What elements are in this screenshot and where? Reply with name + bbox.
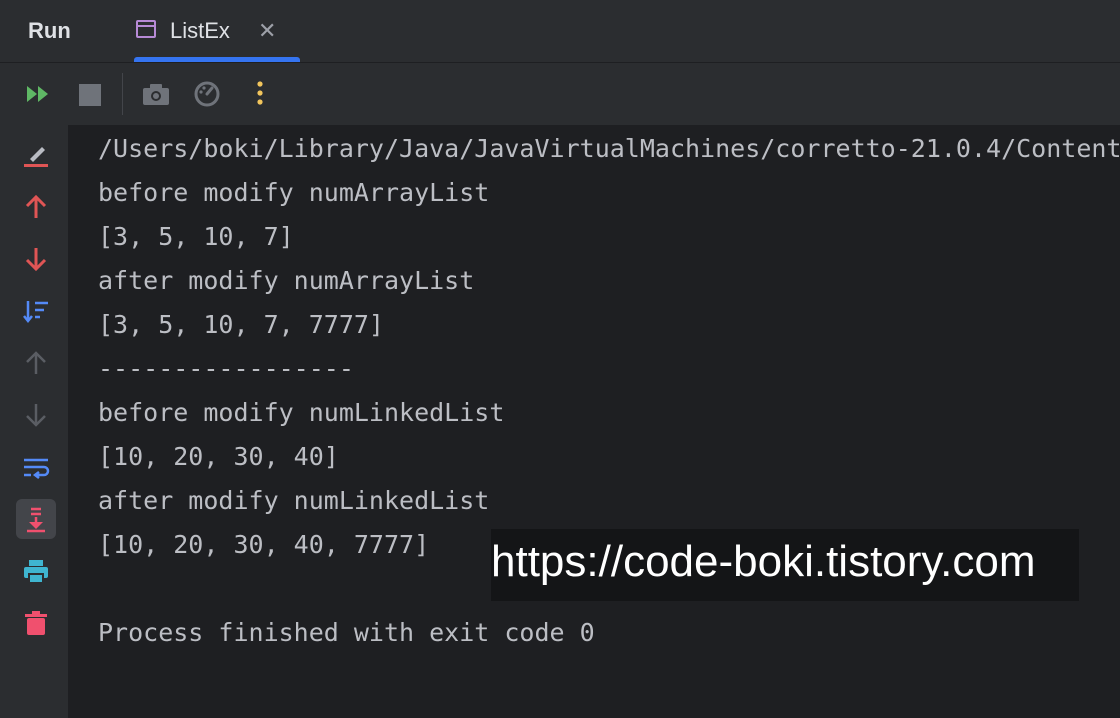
console-line: after modify numLinkedList [98,486,490,515]
arrow-down-icon[interactable] [16,395,56,435]
console-line: [10, 20, 30, 40, 7777] [98,530,430,559]
camera-icon[interactable] [141,79,171,109]
tab-active-indicator [134,57,300,62]
window-icon [136,20,156,38]
profiler-icon[interactable] [192,79,222,109]
console-separator-line: ----------------- [98,354,354,383]
console-line: before modify numLinkedList [98,398,505,427]
tab-label: ListEx [170,18,230,43]
console-output[interactable]: /Users/boki/Library/Java/JavaVirtualMach… [68,125,1120,718]
run-tool-window-header: Run ListEx ✕ [0,0,1120,63]
console-line: [3, 5, 10, 7] [98,222,294,251]
arrow-up-icon[interactable] [16,343,56,383]
close-icon[interactable]: ✕ [258,18,276,44]
console-line: [3, 5, 10, 7, 7777] [98,310,384,339]
rerun-icon[interactable] [24,79,54,109]
console-line: after modify numArrayList [98,266,475,295]
process-finished-line: Process finished with exit code 0 [98,618,595,647]
trash-icon[interactable] [16,603,56,643]
run-title: Run [28,18,71,43]
arrow-up-red-icon[interactable] [16,187,56,227]
run-toolbar [0,63,1120,125]
console-line: before modify numArrayList [98,178,490,207]
watermark: https://code-boki.tistory.com [491,529,1079,601]
clear-icon[interactable] [16,135,56,175]
print-icon[interactable] [16,551,56,591]
soft-wrap-icon[interactable] [16,447,56,487]
scroll-to-end-icon[interactable] [16,499,56,539]
console-side-toolbar [0,125,68,718]
console-line: [10, 20, 30, 40] [98,442,339,471]
toolbar-separator [122,73,123,115]
tab-listex[interactable]: ListEx ✕ [134,0,300,62]
more-vertical-icon[interactable] [245,79,275,109]
arrow-down-red-icon[interactable] [16,239,56,279]
watermark-text: https://code-boki.tistory.com [491,537,1036,586]
console-line: /Users/boki/Library/Java/JavaVirtualMach… [98,134,1120,163]
sort-icon[interactable] [16,291,56,331]
stop-icon[interactable] [76,79,106,109]
